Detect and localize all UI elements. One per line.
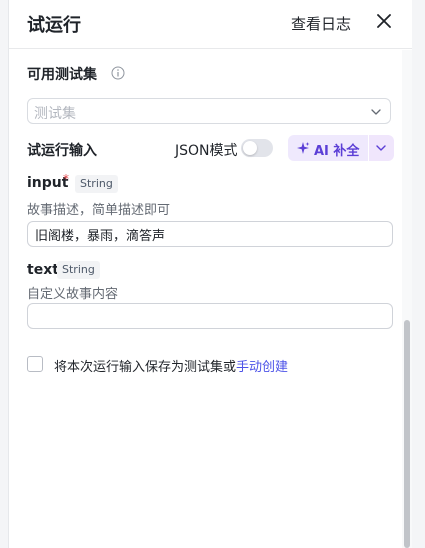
scrollbar[interactable] bbox=[402, 50, 412, 548]
ai-complete-dropdown[interactable] bbox=[369, 135, 394, 161]
ai-complete-label: AI 补全 bbox=[314, 144, 360, 159]
save-testset-label: 将本次运行输入保存为测试集或 bbox=[54, 360, 237, 375]
field-text-textbox[interactable] bbox=[27, 303, 393, 329]
chevron-down-icon bbox=[371, 109, 381, 115]
close-icon bbox=[377, 14, 391, 28]
panel-header: 试运行 查看日志 bbox=[9, 0, 412, 49]
testset-label: 可用测试集 bbox=[27, 67, 97, 83]
sparkle-icon bbox=[297, 142, 310, 154]
json-mode-toggle[interactable] bbox=[241, 139, 273, 157]
close-button[interactable] bbox=[375, 12, 393, 32]
info-icon[interactable] bbox=[111, 66, 125, 80]
field-input-textbox[interactable] bbox=[27, 221, 393, 247]
type-badge: String bbox=[75, 175, 118, 193]
test-run-panel: 试运行 查看日志 可用测试集 测试集 试运行输入 JSON模式 AI 补全 in… bbox=[8, 0, 412, 548]
panel-title: 试运行 bbox=[27, 15, 81, 36]
type-badge: String bbox=[57, 261, 100, 279]
chevron-down-icon bbox=[376, 145, 386, 151]
scrollbar-thumb[interactable] bbox=[404, 320, 410, 548]
json-mode-label: JSON模式 bbox=[175, 143, 238, 159]
run-input-label: 试运行输入 bbox=[27, 143, 97, 159]
save-testset-text: 将本次运行输入保存为测试集或手动创建 bbox=[54, 356, 288, 375]
save-testset-checkbox[interactable] bbox=[27, 356, 43, 372]
field-text-description: 自定义故事内容 bbox=[27, 287, 119, 302]
toggle-knob bbox=[243, 141, 257, 155]
view-logs-button[interactable]: 查看日志 bbox=[291, 13, 351, 34]
manual-create-link[interactable]: 手动创建 bbox=[236, 360, 288, 375]
field-text-name: text bbox=[27, 262, 59, 278]
required-mark: * bbox=[63, 172, 69, 186]
testset-select[interactable]: 测试集 bbox=[27, 98, 391, 124]
field-input-description: 故事描述，简单描述即可 bbox=[27, 203, 171, 218]
testset-placeholder: 测试集 bbox=[34, 106, 76, 122]
ai-complete-button[interactable]: AI 补全 bbox=[288, 135, 368, 161]
